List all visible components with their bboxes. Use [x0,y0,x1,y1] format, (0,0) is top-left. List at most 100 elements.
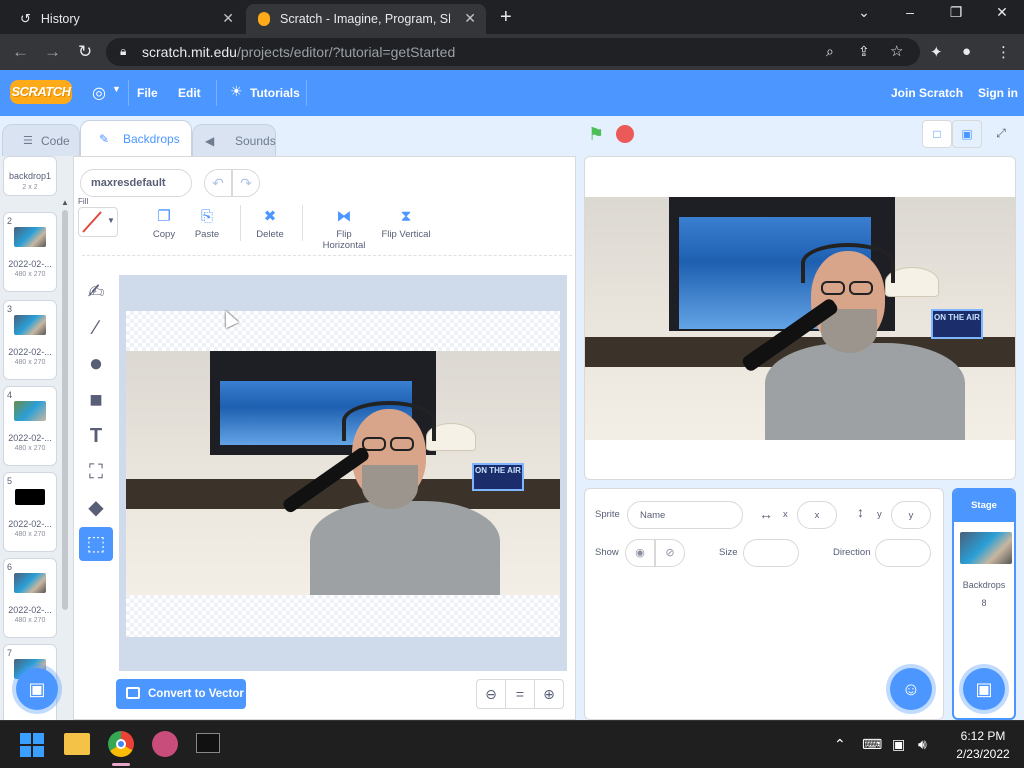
choose-sprite-button[interactable]: ☺ [890,668,932,710]
sprite-name-input[interactable]: Name [627,501,743,529]
chevron-up-icon[interactable]: ⌃ [834,736,846,753]
photo-glasses [821,281,845,295]
scroll-up-icon[interactable]: ▲ [61,198,69,207]
tab-history[interactable]: ↺ History ✕ [8,4,244,34]
address-bar[interactable]: 🔒︎ scratch.mit.edu/projects/editor/?tuto… [106,38,920,66]
zoom-in-button[interactable]: ⊕ [534,679,564,709]
reload-button[interactable]: ↻ [78,42,92,62]
fill-color-picker[interactable]: ▼ [78,207,118,237]
delete-button[interactable]: ✖ Delete [240,209,300,241]
profile-icon[interactable]: ● [962,43,971,60]
backdrop-item[interactable]: 6 2022-02-... 480 x 270 [3,558,57,638]
small-stage-button[interactable]: □ [922,120,952,148]
show-visible-toggle[interactable]: ◉ [625,539,655,567]
costume-name-input[interactable]: maxresdefault [80,169,192,197]
copy-label: Copy [152,229,176,240]
paint-canvas[interactable]: ON THE AIR [126,311,560,637]
scrollbar-thumb[interactable] [62,210,68,610]
backdrop-item[interactable]: 3 2022-02-... 480 x 270 [3,300,57,380]
line-tool[interactable]: ∕ [79,311,113,345]
volume-icon[interactable]: 🔊︎ [918,736,927,753]
close-tab-icon[interactable]: ✕ [464,10,476,27]
backdrop-number: 6 [7,562,13,572]
backdrop-item[interactable]: backdrop1 2 x 2 [3,156,57,196]
back-button[interactable]: ← [12,42,29,62]
choose-backdrop-stage-button[interactable]: ▣ [963,668,1005,710]
menu-tutorials[interactable]: Tutorials [250,86,300,100]
convert-to-vector-button[interactable]: Convert to Vector [116,679,246,709]
stage[interactable]: ON THE AIR [584,156,1016,480]
flip-vertical-button[interactable]: ⧗ Flip Vertical [376,209,436,241]
keyboard-icon[interactable]: ⌨ [862,736,882,753]
direction-input[interactable] [875,539,931,567]
extensions-icon[interactable]: ✦ [930,43,943,61]
ellipse-tool[interactable]: ● [79,347,113,381]
brush-tool[interactable]: ✍ [79,275,113,309]
paste-button[interactable]: ⎘ Paste [177,209,237,241]
zoom-icon[interactable]: ⌕ [826,43,834,60]
undo-button[interactable]: ↶ [204,169,232,197]
backdrop-item[interactable]: 4 2022-02-... 480 x 270 [3,386,57,466]
chrome-icon[interactable] [108,731,134,757]
select-tool[interactable]: ⬚ [79,527,113,561]
tab-title: History [40,12,80,26]
join-scratch-link[interactable]: Join Scratch [891,86,963,100]
browser-menu-icon[interactable]: ⋮ [996,43,1011,61]
menu-file[interactable]: File [137,86,158,100]
tab-scratch[interactable]: Scratch - Imagine, Program, Shar ✕ [246,4,486,34]
choose-backdrop-button[interactable]: ▣ [16,668,58,710]
backdrop-number: 4 [7,390,13,400]
redo-button[interactable]: ↷ [232,169,260,197]
close-window-button[interactable]: ✕ [982,4,1022,21]
share-icon[interactable]: ⇪ [858,43,870,60]
tab-backdrops[interactable]: ✎ Backdrops [80,120,192,156]
stop-button[interactable] [616,125,634,143]
bookmark-star-icon[interactable]: ☆ [890,42,903,60]
tab-code[interactable]: ☰ Code [2,124,80,156]
fullscreen-icon[interactable]: ⤢ [986,120,1016,148]
backdrop-item[interactable]: 2 2022-02-... 480 x 270 [3,212,57,292]
terminal-icon[interactable] [196,733,220,753]
new-tab-button[interactable]: + [500,6,512,29]
backdrop-size: 480 x 270 [14,531,46,538]
show-hidden-toggle[interactable]: ⊘ [655,539,685,567]
clock-date[interactable]: 2/23/2022 [948,747,1018,761]
backdrop-item[interactable]: 5 2022-02-... 480 x 270 [3,472,57,552]
fill-bucket-tool[interactable]: ⛶ [79,455,113,489]
eraser-tool[interactable]: ◆ [79,491,113,525]
history-icon: ↺ [20,11,31,26]
clock-time[interactable]: 6:12 PM [948,729,1018,743]
flip-horizontal-button[interactable]: ⧓ Flip Horizontal [314,209,374,252]
menu-edit[interactable]: Edit [178,86,201,100]
language-globe-icon[interactable]: ◎ [92,83,106,103]
backdrop-size: 2 x 2 [22,184,38,191]
scratch-logo[interactable]: SCRATCH [10,80,72,104]
windows-start-icon[interactable] [20,733,44,757]
zoom-reset-button[interactable]: = [505,679,535,709]
stage-backdrop-photo: ON THE AIR [585,197,1015,440]
forward-button[interactable]: → [44,42,61,62]
backdrops-count: 8 [981,598,987,608]
file-explorer-icon[interactable] [64,733,90,755]
x-input[interactable]: x [797,501,837,529]
backdrop-list-scrollbar[interactable]: ▲ [60,198,70,720]
sign-in-link[interactable]: Sign in [978,86,1018,100]
paint-canvas-area[interactable]: ON THE AIR [119,275,567,671]
tab-search-chevron-icon[interactable]: ⌄ [844,4,884,21]
close-tab-icon[interactable]: ✕ [222,10,234,27]
large-stage-button[interactable]: ▣ [952,120,982,148]
minimize-button[interactable]: – [890,4,930,20]
size-input[interactable] [743,539,799,567]
rectangle-tool[interactable]: ■ [79,383,113,417]
url-domain: scratch.mit.edu [142,44,237,60]
paint-app-icon[interactable] [152,731,178,757]
zoom-out-button[interactable]: ⊖ [476,679,506,709]
y-input[interactable]: y [891,501,931,529]
restore-button[interactable]: ❐ [936,4,976,21]
green-flag-icon[interactable]: ⚑ [588,124,606,144]
speaker-icon: ◀ [205,134,215,148]
network-icon[interactable]: ▣ [892,736,905,753]
text-tool[interactable]: T [79,419,113,453]
flip-vertical-label: Flip Vertical [381,229,431,240]
tab-sounds[interactable]: ◀ Sounds [192,124,276,156]
